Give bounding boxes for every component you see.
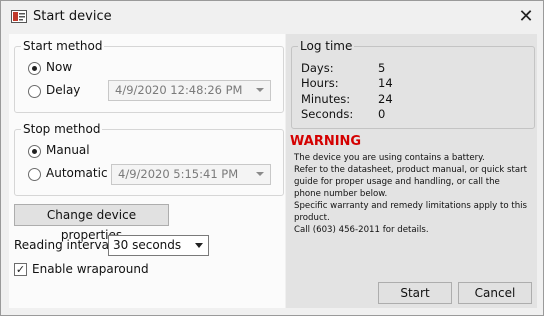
stop-automatic-radio[interactable] — [28, 168, 41, 181]
log-seconds-label: Seconds: — [301, 107, 354, 121]
stop-manual-label[interactable]: Manual — [46, 143, 90, 157]
change-device-properties-button[interactable]: Change device properties — [14, 204, 169, 242]
start-device-dialog: Start device ✕ Start method Now Delay 4/… — [0, 0, 544, 316]
reading-interval-value: 30 seconds — [113, 238, 182, 252]
log-minutes-label: Minutes: — [301, 92, 351, 106]
delay-datetime-value: 4/9/2020 12:48:26 PM — [115, 83, 243, 97]
log-hours-label: Hours: — [301, 76, 339, 90]
warning-line: Call (603) 456-2011 for details. — [294, 225, 429, 235]
log-time-legend: Log time — [300, 39, 353, 53]
chevron-down-icon — [195, 243, 203, 248]
checkmark-icon: ✓ — [15, 263, 26, 276]
device-app-icon — [11, 10, 27, 23]
warning-line: product. — [294, 213, 330, 223]
start-now-radio[interactable] — [28, 62, 41, 75]
chevron-down-icon — [256, 88, 264, 92]
chevron-down-icon — [256, 172, 264, 176]
log-days-label: Days: — [301, 61, 334, 75]
start-delay-label[interactable]: Delay — [46, 83, 80, 97]
stop-manual-radio[interactable] — [28, 145, 41, 158]
start-now-label[interactable]: Now — [46, 60, 72, 74]
close-icon[interactable]: ✕ — [513, 4, 539, 30]
stop-method-legend: Stop method — [23, 122, 101, 136]
enable-wraparound-label[interactable]: Enable wraparound — [32, 262, 149, 276]
warning-heading: WARNING — [290, 134, 362, 149]
warning-line: The device you are using contains a batt… — [294, 153, 485, 163]
auto-datetime-value: 4/9/2020 5:15:41 PM — [118, 167, 239, 181]
auto-datetime-picker[interactable]: 4/9/2020 5:15:41 PM — [111, 164, 271, 185]
warning-line: guide for proper usage and handling, or … — [294, 177, 500, 187]
warning-line: Refer to the datasheet, product manual, … — [294, 165, 528, 175]
delay-datetime-picker[interactable]: 4/9/2020 12:48:26 PM — [108, 80, 271, 101]
start-delay-radio[interactable] — [28, 85, 41, 98]
warning-line: Specific warranty and remedy limitations… — [294, 201, 528, 211]
enable-wraparound-checkbox[interactable]: ✓ — [14, 263, 27, 276]
log-seconds-value: 0 — [378, 107, 386, 121]
cancel-button[interactable]: Cancel — [458, 282, 532, 304]
reading-interval-label: Reading interval: — [14, 238, 117, 252]
start-method-group: Start method — [14, 39, 284, 113]
title-bar: Start device ✕ — [1, 1, 543, 32]
log-days-value: 5 — [378, 61, 386, 75]
warning-line: phone number below. — [294, 189, 388, 199]
start-button[interactable]: Start — [378, 282, 452, 304]
log-hours-value: 14 — [378, 76, 393, 90]
stop-automatic-label[interactable]: Automatic — [46, 166, 108, 180]
reading-interval-select[interactable]: 30 seconds — [108, 235, 209, 256]
log-minutes-value: 24 — [378, 92, 393, 106]
start-method-legend: Start method — [23, 39, 103, 53]
window-title: Start device — [33, 9, 112, 24]
